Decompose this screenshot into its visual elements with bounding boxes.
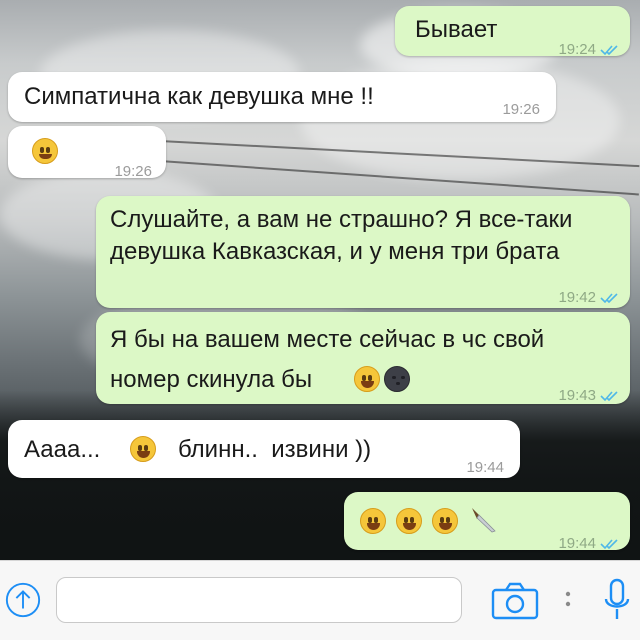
winking-face-emoji bbox=[32, 138, 58, 164]
grinning-face-emoji bbox=[130, 436, 156, 462]
incoming-message[interactable]: 19:26 bbox=[8, 126, 166, 180]
incoming-message[interactable]: Симпатична как девушка мне !! 19:26 bbox=[8, 72, 556, 122]
outgoing-message[interactable]: Бывает 19:24 bbox=[395, 6, 630, 58]
outgoing-message[interactable]: 19:44 bbox=[344, 492, 630, 552]
message-text: Аааа... bbox=[24, 436, 101, 463]
double-check-icon bbox=[600, 391, 618, 402]
kitchen-knife-emoji bbox=[472, 508, 496, 533]
share-icon[interactable] bbox=[4, 581, 42, 619]
more-icon[interactable] bbox=[563, 585, 573, 615]
message-timestamp: 19:44 bbox=[466, 459, 504, 476]
message-input[interactable] bbox=[56, 577, 462, 623]
message-timestamp: 19:43 bbox=[558, 380, 620, 412]
message-text: Симпатична как девушка мне !! bbox=[24, 83, 374, 110]
message-timestamp: 19:44 bbox=[558, 528, 620, 560]
message-text: Слушайте, а вам не страшно? Я все-таки д… bbox=[110, 206, 573, 265]
face-with-tears-of-joy-emoji bbox=[354, 366, 380, 392]
incoming-message[interactable]: Аааа... блинн.. извини )) 19:44 bbox=[8, 420, 520, 478]
grinning-squinting-face-emoji bbox=[396, 508, 422, 534]
outgoing-message[interactable]: Слушайте, а вам не страшно? Я все-таки д… bbox=[96, 196, 630, 308]
double-check-icon bbox=[600, 539, 618, 550]
double-check-icon bbox=[600, 45, 618, 56]
microphone-icon[interactable] bbox=[602, 577, 632, 623]
new-moon-face-emoji bbox=[384, 366, 410, 392]
message-timestamp: 19:24 bbox=[558, 34, 620, 66]
outgoing-message[interactable]: Я бы на вашем месте сейчас в чс свой ном… bbox=[96, 312, 630, 404]
message-composer bbox=[0, 560, 640, 640]
double-check-icon bbox=[600, 293, 618, 304]
camera-icon[interactable] bbox=[490, 581, 540, 621]
message-text: Бывает bbox=[415, 16, 498, 43]
message-timestamp: 19:26 bbox=[502, 101, 540, 118]
message-text: блинн.. извини )) bbox=[178, 436, 372, 463]
message-timestamp: 19:26 bbox=[114, 163, 152, 180]
message-timestamp: 19:42 bbox=[558, 282, 620, 314]
grinning-squinting-face-emoji bbox=[432, 508, 458, 534]
grinning-squinting-face-emoji bbox=[360, 508, 386, 534]
